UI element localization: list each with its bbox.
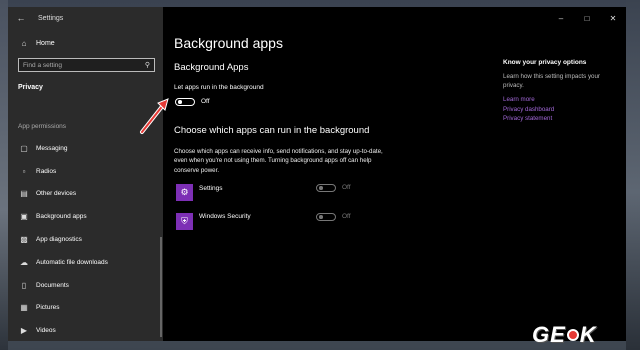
- search-placeholder: Find a setting: [23, 61, 63, 69]
- maximize-icon[interactable]: □: [574, 7, 600, 29]
- video-icon: ▶: [20, 326, 28, 336]
- learn-more-link[interactable]: Learn more: [503, 95, 613, 105]
- settings-app-toggle[interactable]: [316, 184, 336, 192]
- sidebar-item-label: Documents: [36, 281, 69, 289]
- description-text: Choose which apps can receive info, send…: [174, 148, 383, 174]
- sidebar: ← Settings ⌂ Home Find a setting ⚲ Priva…: [8, 7, 163, 341]
- picture-icon: ▦: [20, 303, 28, 313]
- page-title: Background apps: [174, 35, 283, 51]
- privacy-statement-link[interactable]: Privacy statement: [503, 114, 613, 124]
- sidebar-item-pictures[interactable]: ▦ Pictures: [8, 297, 163, 320]
- home-icon: ⌂: [21, 38, 27, 48]
- sidebar-item-label: Radios: [36, 167, 57, 175]
- desktop-background-left: [0, 0, 8, 350]
- app-name: Settings: [199, 185, 223, 192]
- sidebar-item-label: Background apps: [36, 213, 87, 221]
- sidebar-item-videos[interactable]: ▶ Videos: [8, 319, 163, 342]
- choose-heading: Choose which apps can run in the backgro…: [174, 125, 370, 136]
- devices-icon: ▤: [20, 189, 28, 199]
- section-heading: Background Apps: [174, 62, 249, 73]
- sidebar-item-radios[interactable]: ▫ Radios: [8, 160, 163, 183]
- main-content: – □ ✕ Background apps Background Apps Le…: [163, 7, 626, 341]
- sidebar-scrollbar[interactable]: [160, 237, 162, 337]
- sidebar-item-home[interactable]: ⌂ Home: [8, 33, 163, 53]
- window-controls: – □ ✕: [548, 7, 626, 29]
- search-input[interactable]: Find a setting ⚲: [18, 58, 155, 72]
- gear-icon: ⚙: [176, 184, 193, 201]
- toggle-knob: [319, 186, 323, 190]
- sidebar-item-label: Messaging: [36, 144, 68, 152]
- sidebar-item-label: Other devices: [36, 190, 77, 198]
- sidebar-item-label: Home: [36, 39, 55, 47]
- sidebar-item-automatic-file-downloads[interactable]: ☁ Automatic file downloads: [8, 251, 163, 274]
- privacy-panel-title: Know your privacy options: [503, 59, 587, 66]
- sidebar-item-label: Automatic file downloads: [36, 258, 108, 266]
- sidebar-item-label: Videos: [36, 327, 56, 335]
- windows-security-toggle[interactable]: [316, 213, 336, 221]
- shield-icon: ⛨: [176, 213, 193, 230]
- sidebar-item-label: App diagnostics: [36, 236, 82, 244]
- back-arrow-icon[interactable]: ←: [12, 13, 30, 23]
- watermark-left-text: GE: [532, 322, 566, 347]
- toggle-state: Off: [342, 184, 351, 191]
- desktop-background-right: [626, 0, 640, 350]
- watermark-dot-icon: [566, 329, 579, 341]
- close-icon[interactable]: ✕: [600, 7, 626, 29]
- annotation-arrow-icon: [140, 98, 169, 134]
- toggle-knob: [319, 215, 323, 219]
- toggle-state: Off: [201, 98, 210, 105]
- window-title: Settings: [38, 14, 64, 22]
- watermark-logo: GE K: [532, 322, 597, 348]
- search-icon[interactable]: ⚲: [145, 61, 150, 69]
- toggle-knob: [178, 100, 182, 104]
- app-name: Windows Security: [199, 213, 251, 220]
- sidebar-item-label: Pictures: [36, 304, 60, 312]
- settings-window: ← Settings ⌂ Home Find a setting ⚲ Priva…: [8, 7, 626, 341]
- background-apps-toggle[interactable]: [175, 98, 195, 106]
- privacy-panel-text: Learn how this setting impacts your priv…: [503, 73, 600, 89]
- cloud-icon: ☁: [20, 257, 28, 267]
- background-apps-icon: ▣: [20, 212, 28, 222]
- sidebar-item-messaging[interactable]: ▢ Messaging: [8, 137, 163, 160]
- sidebar-item-documents[interactable]: ▯ Documents: [8, 274, 163, 297]
- privacy-panel: Know your privacy options Learn how this…: [503, 59, 613, 124]
- toggle-label: Let apps run in the background: [174, 84, 264, 91]
- sidebar-item-other-devices[interactable]: ▤ Other devices: [8, 183, 163, 206]
- document-icon: ▯: [21, 280, 27, 290]
- diagnostics-icon: ▩: [20, 235, 28, 245]
- minimize-icon[interactable]: –: [548, 7, 574, 29]
- titlebar: ← Settings: [8, 7, 163, 29]
- chat-icon: ▢: [20, 143, 28, 153]
- section-title: Privacy: [18, 84, 43, 91]
- radio-icon: ▫: [22, 166, 26, 176]
- sidebar-item-app-diagnostics[interactable]: ▩ App diagnostics: [8, 228, 163, 251]
- privacy-dashboard-link[interactable]: Privacy dashboard: [503, 105, 613, 115]
- watermark-right-text: K: [579, 322, 597, 347]
- toggle-state: Off: [342, 213, 351, 220]
- sidebar-item-background-apps[interactable]: ▣ Background apps: [8, 205, 163, 228]
